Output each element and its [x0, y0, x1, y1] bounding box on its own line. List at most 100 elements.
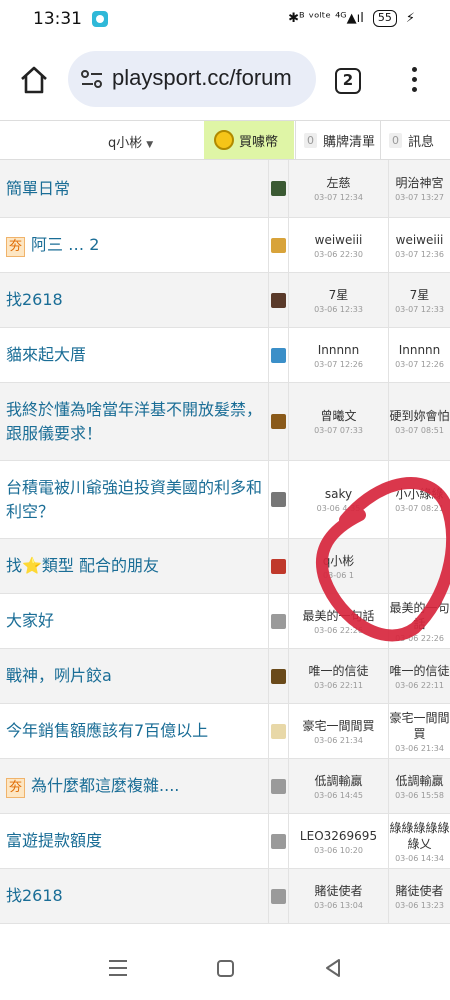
nav-purchase-list[interactable]: 0 購牌清單 [295, 121, 380, 159]
last-reply-name[interactable]: weiweiii [396, 232, 444, 248]
thread-author-name[interactable]: 左慈 [326, 175, 350, 191]
last-reply-cell[interactable]: 明治神宮 03-07 13:27 [388, 160, 450, 217]
thread-author-cell[interactable]: saky 03-06 4:35 [288, 461, 388, 538]
thread-row[interactable]: 台積電被川爺強迫投資美國的利多和利空？ saky 03-06 4:35 小小綠綠 03-… [0, 461, 450, 539]
last-reply-cell[interactable]: 唯一的信徒 03-06 22:11 [388, 649, 450, 703]
thread-row[interactable]: 大家好 最美的一句話 03-06 22:26 最美的一句話 03-06 22:26 [0, 594, 450, 649]
thread-author-name[interactable]: weiweiii [315, 232, 363, 248]
last-reply-cell[interactable]: 最美的一句話 03-06 22:26 [388, 594, 450, 648]
thread-title[interactable]: 簡單日常 [6, 179, 70, 198]
thread-title-text[interactable]: 今年銷售額應該有7百億以上 [6, 719, 208, 743]
thread-author-name[interactable]: q小彬 [323, 553, 355, 569]
last-reply-name[interactable]: 賭徒使者 [395, 883, 443, 899]
last-reply-cell[interactable]: 小小綠綠 03-07 08:21 [388, 461, 450, 538]
thread-title-cell[interactable]: 台積電被川爺強迫投資美國的利多和利空？ [6, 461, 264, 538]
thread-row[interactable]: 富遊提款額度 LEO3269695 03-06 10:20 綠綠綠綠綠綠乂 03-06 … [0, 814, 450, 869]
thread-title-text[interactable]: 夯阿三 … 2 [6, 233, 99, 257]
thread-title-text[interactable]: 找2618 [6, 288, 63, 312]
last-reply-cell[interactable]: 綠綠綠綠綠綠乂 03-06 14:34 [388, 814, 450, 868]
thread-author-name[interactable]: saky [325, 486, 352, 502]
thread-author-cell[interactable]: 最美的一句話 03-06 22:26 [288, 594, 388, 648]
thread-title-text[interactable]: 簡單日常 [6, 177, 70, 201]
thread-title[interactable]: 找⭐類型 配合的朋友 [6, 556, 159, 575]
thread-row[interactable]: 戰神，咧片餃a 唯一的信徒 03-06 22:11 唯一的信徒 03-06 22:11 [0, 649, 450, 704]
thread-title[interactable]: 阿三 … 2 [31, 235, 99, 254]
thread-title-cell[interactable]: 找2618 [6, 273, 264, 327]
thread-author-name[interactable]: 曾曦文 [320, 408, 356, 424]
home-circle-icon[interactable] [217, 960, 234, 977]
thread-author-name[interactable]: 豪宅一間間買 [302, 718, 374, 734]
more-menu-icon[interactable] [403, 66, 427, 94]
thread-title-cell[interactable]: 戰神，咧片餃a [6, 649, 264, 703]
thread-title[interactable]: 找2618 [6, 290, 63, 309]
last-reply-name[interactable]: 硬到妳會怕 [389, 408, 449, 424]
thread-title-cell[interactable]: 今年銷售額應該有7百億以上 [6, 704, 264, 758]
thread-title-text[interactable]: 戰神，咧片餃a [6, 664, 112, 688]
thread-row[interactable]: 簡單日常 左慈 03-07 12:34 明治神宮 03-07 13:27 [0, 160, 450, 218]
last-reply-cell[interactable]: 豪宅一間間買 03-06 21:34 [388, 704, 450, 758]
thread-title[interactable]: 找2618 [6, 886, 63, 905]
recents-icon[interactable] [109, 960, 127, 976]
thread-row[interactable]: 我終於懂為啥當年洋基不開放髮禁，跟服儀要求！ 曾曦文 03-07 07:33 硬到妳會… [0, 383, 450, 461]
thread-title-cell[interactable]: 找⭐類型 配合的朋友 [6, 539, 264, 593]
last-reply-name[interactable]: Innnnn [399, 342, 441, 358]
thread-title[interactable]: 大家好 [6, 611, 54, 630]
user-menu[interactable]: q小彬 ▼ [108, 132, 153, 151]
thread-author-cell[interactable]: 低調輸贏 03-06 14:45 [288, 759, 388, 813]
thread-author-cell[interactable]: 左慈 03-07 12:34 [288, 160, 388, 217]
thread-title-text[interactable]: 貓來起大厝 [6, 343, 86, 367]
last-reply-cell[interactable] [388, 539, 450, 593]
buy-coin-button[interactable]: 買噱幣 [204, 121, 294, 159]
last-reply-name[interactable]: 最美的一句話 [389, 600, 450, 632]
last-reply-cell[interactable]: Innnnn 03-07 12:26 [388, 328, 450, 382]
thread-row[interactable]: 找⭐類型 配合的朋友 q小彬 03-06 1 [0, 539, 450, 594]
home-icon[interactable] [18, 65, 50, 95]
last-reply-name[interactable]: 明治神宮 [395, 175, 443, 191]
thread-author-name[interactable]: 賭徒使者 [314, 883, 362, 899]
last-reply-cell[interactable]: weiweiii 03-07 12:36 [388, 218, 450, 272]
last-reply-name[interactable]: 綠綠綠綠綠綠乂 [389, 820, 450, 852]
thread-title-cell[interactable]: 夯為什麼都這麼複雜.... [6, 759, 264, 813]
thread-title-text[interactable]: 找⭐類型 配合的朋友 [6, 554, 159, 578]
thread-title[interactable]: 戰神，咧片餃a [6, 666, 112, 685]
thread-row[interactable]: 找2618 7星 03-06 12:33 7星 03-07 12:33 [0, 273, 450, 328]
thread-title[interactable]: 台積電被川爺強迫投資美國的利多和利空？ [6, 478, 262, 521]
thread-author-name[interactable]: 7星 [329, 287, 349, 303]
thread-row[interactable]: 今年銷售額應該有7百億以上 豪宅一間間買 03-06 21:34 豪宅一間間買 03-0… [0, 704, 450, 759]
thread-author-cell[interactable]: 豪宅一間間買 03-06 21:34 [288, 704, 388, 758]
thread-title[interactable]: 我終於懂為啥當年洋基不開放髮禁，跟服儀要求！ [6, 400, 262, 443]
thread-author-cell[interactable]: q小彬 03-06 1 [288, 539, 388, 593]
site-settings-icon[interactable] [80, 69, 104, 89]
thread-author-cell[interactable]: 7星 03-06 12:33 [288, 273, 388, 327]
last-reply-name[interactable]: 小小綠綠 [395, 486, 443, 502]
thread-author-cell[interactable]: weiweiii 03-06 22:30 [288, 218, 388, 272]
back-icon[interactable] [324, 958, 342, 978]
thread-author-name[interactable]: LEO3269695 [300, 828, 377, 844]
thread-author-cell[interactable]: 賭徒使者 03-06 13:04 [288, 869, 388, 923]
thread-author-cell[interactable]: Innnnn 03-07 12:26 [288, 328, 388, 382]
url-bar[interactable]: playsport.cc/forum [68, 51, 316, 107]
thread-row[interactable]: 貓來起大厝 Innnnn 03-07 12:26 Innnnn 03-07 12:26 [0, 328, 450, 383]
nav-messages[interactable]: 0 訊息 [380, 121, 450, 159]
thread-author-cell[interactable]: 唯一的信徒 03-06 22:11 [288, 649, 388, 703]
last-reply-name[interactable]: 唯一的信徒 [389, 663, 449, 679]
thread-title-text[interactable]: 我終於懂為啥當年洋基不開放髮禁，跟服儀要求！ [6, 398, 264, 446]
thread-title[interactable]: 為什麼都這麼複雜.... [31, 776, 179, 795]
thread-title-text[interactable]: 找2618 [6, 884, 63, 908]
thread-title-cell[interactable]: 找2618 [6, 869, 264, 923]
last-reply-name[interactable]: 豪宅一間間買 [389, 710, 450, 742]
thread-title-text[interactable]: 富遊提款額度 [6, 829, 102, 853]
thread-row[interactable]: 夯為什麼都這麼複雜.... 低調輸贏 03-06 14:45 低調輸贏 03-06 15… [0, 759, 450, 814]
thread-author-name[interactable]: 低調輸贏 [314, 773, 362, 789]
thread-title-cell[interactable]: 簡單日常 [6, 160, 264, 217]
thread-title[interactable]: 富遊提款額度 [6, 831, 102, 850]
thread-author-cell[interactable]: LEO3269695 03-06 10:20 [288, 814, 388, 868]
last-reply-name[interactable]: 低調輸贏 [395, 773, 443, 789]
thread-author-name[interactable]: Innnnn [318, 342, 360, 358]
thread-title-cell[interactable]: 貓來起大厝 [6, 328, 264, 382]
last-reply-cell[interactable]: 硬到妳會怕 03-07 08:51 [388, 383, 450, 460]
last-reply-cell[interactable]: 7星 03-07 12:33 [388, 273, 450, 327]
tab-switcher-button[interactable]: 2 [335, 68, 361, 94]
thread-row[interactable]: 找2618 賭徒使者 03-06 13:04 賭徒使者 03-06 13:23 [0, 869, 450, 924]
thread-title-text[interactable]: 夯為什麼都這麼複雜.... [6, 774, 179, 798]
